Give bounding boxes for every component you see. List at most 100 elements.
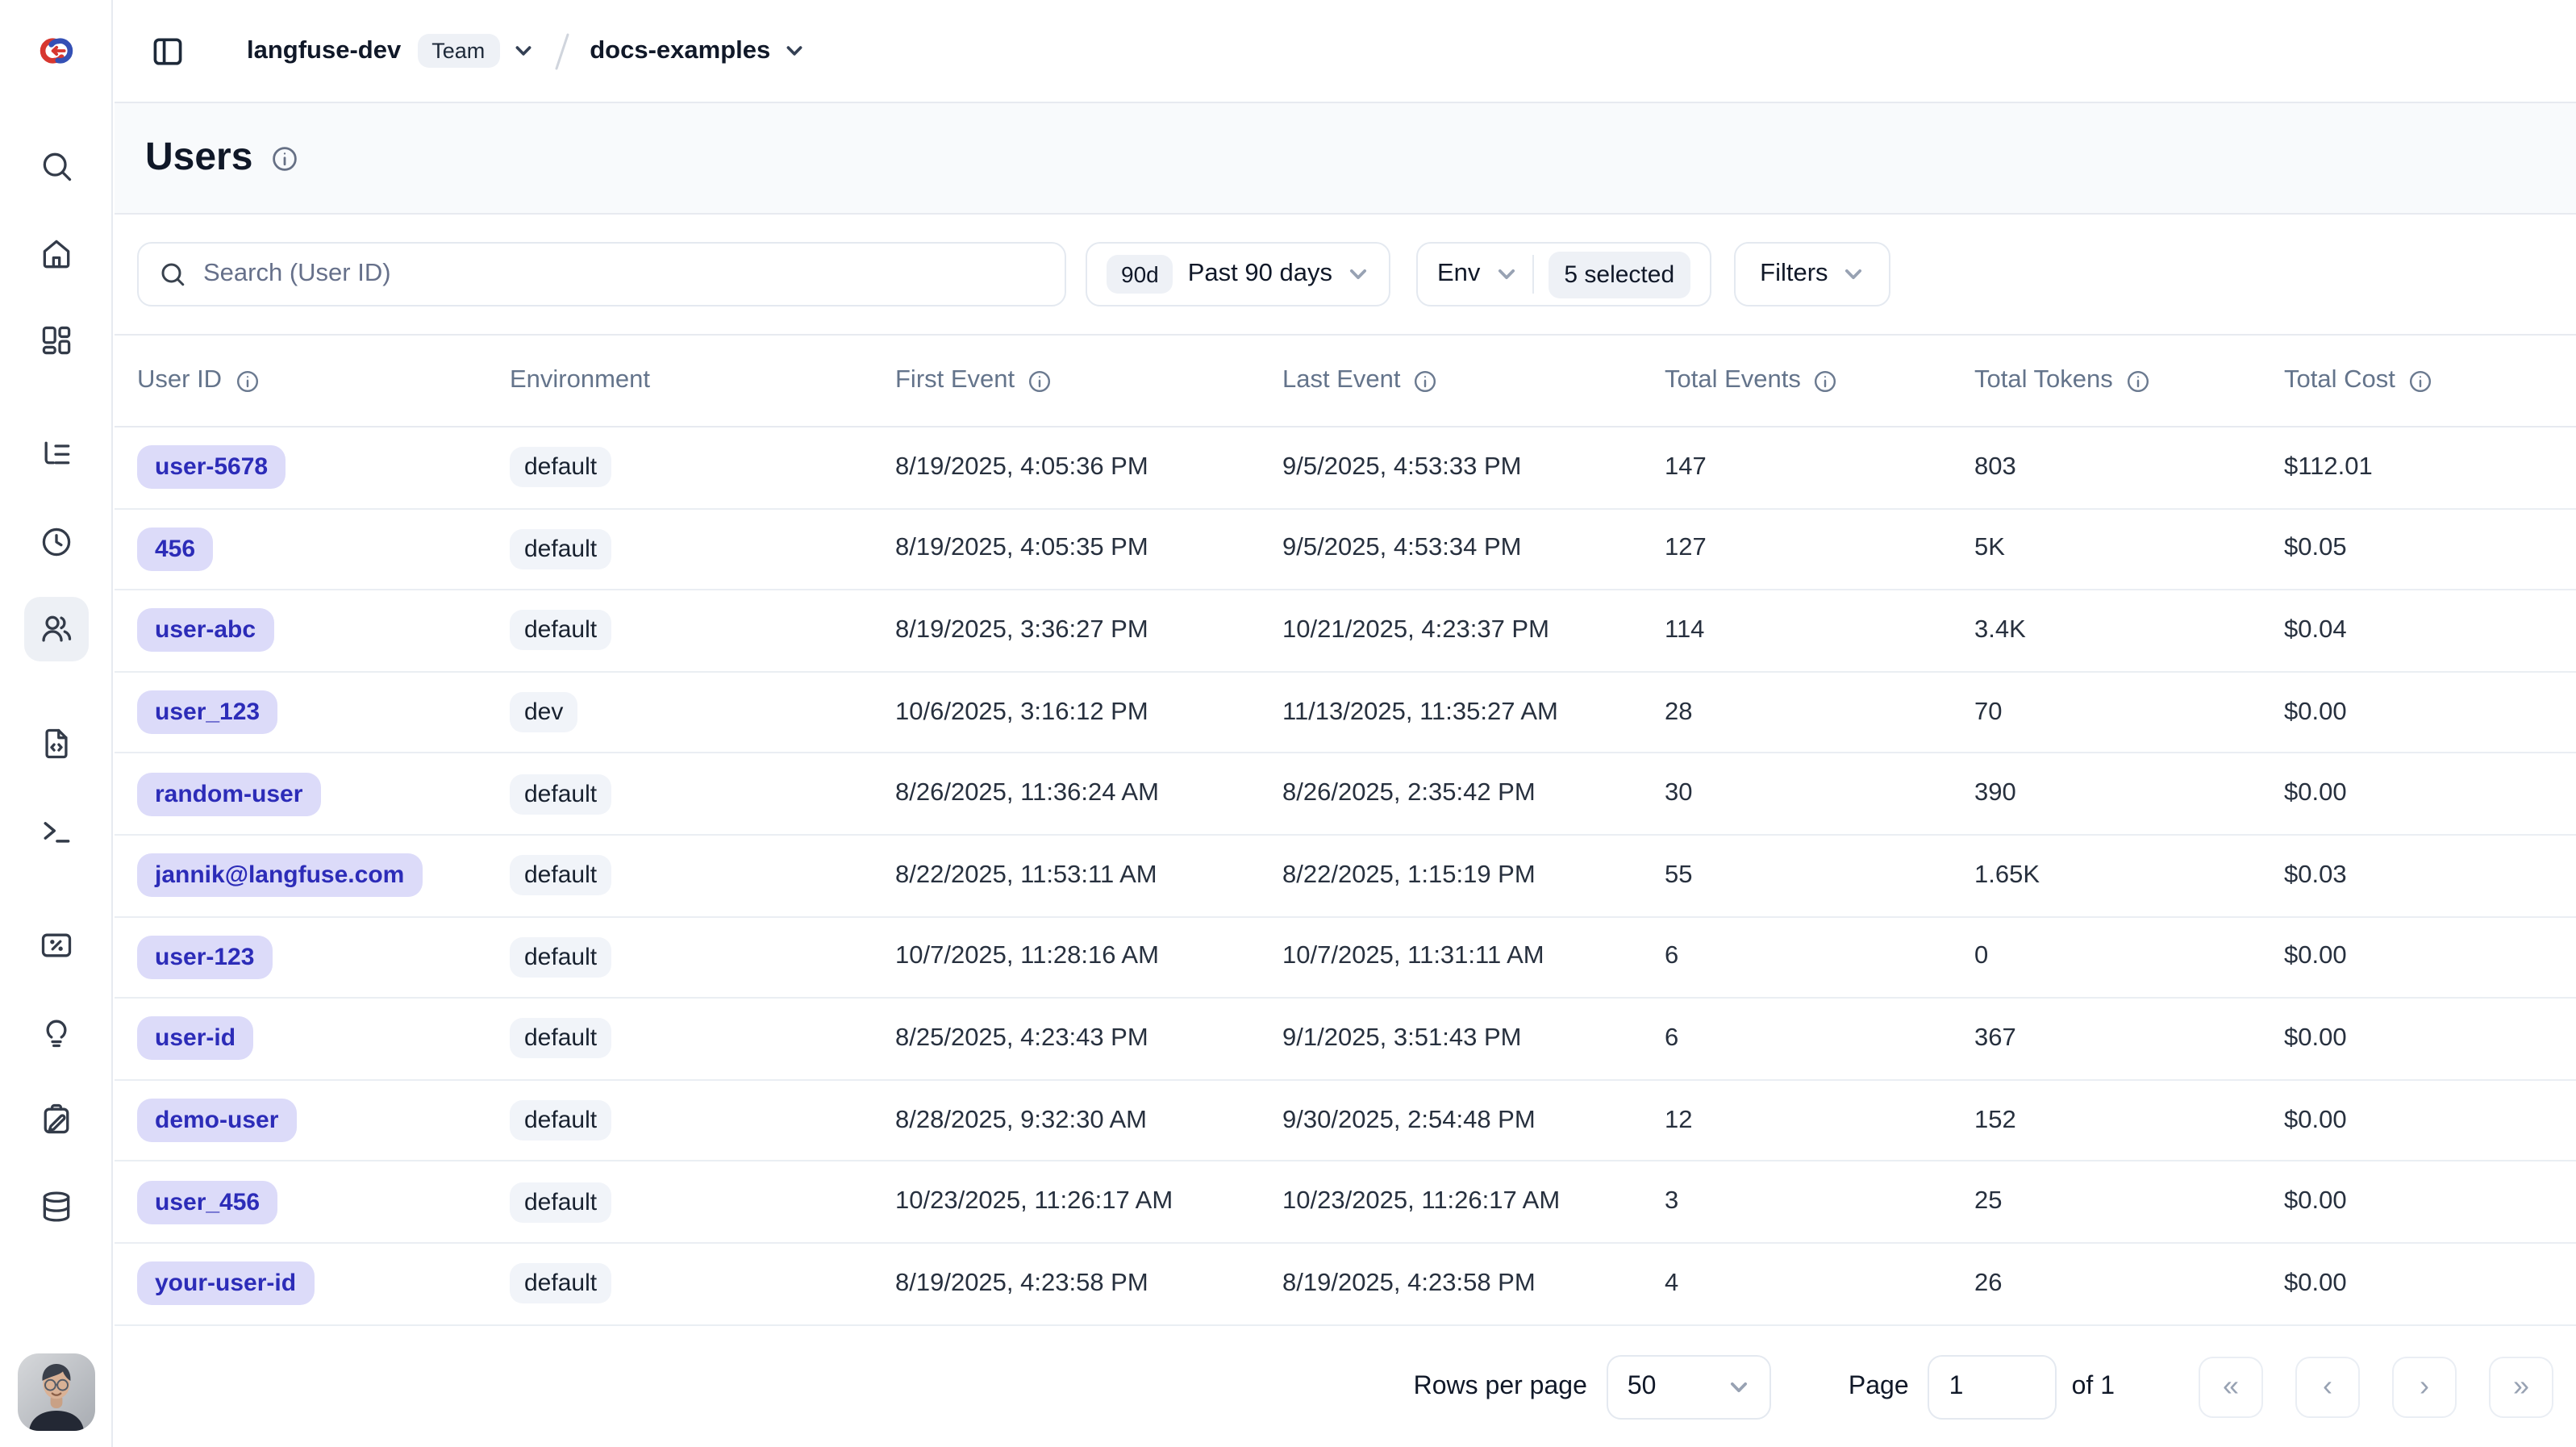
user-id-cell: user-5678 [137,446,510,490]
user-id-badge[interactable]: random-user [137,772,320,815]
user-id-cell: user_456 [137,1180,510,1224]
sidebar-item-home[interactable] [24,221,89,286]
table-row[interactable]: user-id default 8/25/2025, 4:23:43 PM 9/… [115,999,2576,1080]
search-input[interactable] [203,260,1045,289]
environment-cell: default [510,1182,895,1222]
sidebar-item-sessions[interactable] [24,510,89,574]
total-tokens-cell: 5K [1974,535,2284,564]
user-id-badge[interactable]: user-123 [137,936,272,979]
table-row[interactable]: user_123 dev 10/6/2025, 3:16:12 PM 11/13… [115,673,2576,754]
environment-cell: default [510,1100,895,1141]
table-row[interactable]: random-user default 8/26/2025, 11:36:24 … [115,754,2576,836]
column-header-last_event[interactable]: Last Event [1282,366,1665,395]
breadcrumb-org[interactable]: langfuse-dev [247,36,401,65]
user-id-badge[interactable]: jannik@langfuse.com [137,854,422,898]
environment-badge: default [510,529,611,569]
sidebar-nav [24,134,89,1261]
user-id-cell: demo-user [137,1099,510,1142]
env-label: Env [1437,260,1480,289]
panel-left-icon [150,33,185,69]
total-events-cell: 55 [1665,861,1974,890]
total-tokens-cell: 1.65K [1974,861,2284,890]
rows-per-page-label: Rows per page [1414,1372,1587,1401]
sidebar-item-tracing[interactable] [24,423,89,487]
user-id-badge[interactable]: user-abc [137,609,273,653]
file-code-icon [39,726,74,761]
sidebar-item-prompts[interactable] [24,711,89,776]
search-icon [158,260,187,289]
first-event-cell: 8/22/2025, 11:53:11 AM [895,861,1282,890]
page-number-input[interactable] [1928,1354,2057,1419]
sidebar-item-evaluators[interactable] [24,1000,89,1065]
environment-filter-button[interactable]: Env 5 selected [1416,242,1711,306]
table-row[interactable]: user-5678 default 8/19/2025, 4:05:36 PM … [115,427,2576,509]
table-row[interactable]: 456 default 8/19/2025, 4:05:35 PM 9/5/20… [115,509,2576,590]
column-header-total_tokens[interactable]: Total Tokens [1974,366,2284,395]
total-cost-cell: $0.05 [2284,535,2576,564]
table-row[interactable]: demo-user default 8/28/2025, 9:32:30 AM … [115,1081,2576,1162]
total-cost-cell: $0.04 [2284,616,2576,645]
table-row[interactable]: jannik@langfuse.com default 8/22/2025, 1… [115,836,2576,917]
user-id-badge[interactable]: demo-user [137,1099,296,1142]
user-id-badge[interactable]: user-5678 [137,446,286,490]
table-row[interactable]: user_456 default 10/23/2025, 11:26:17 AM… [115,1162,2576,1244]
environment-badge: default [510,611,611,651]
sidebar-item-playground[interactable] [24,799,89,863]
first-event-cell: 8/19/2025, 4:05:35 PM [895,535,1282,564]
user-id-badge[interactable]: 456 [137,528,213,571]
column-header-total_events[interactable]: Total Events [1665,366,1974,395]
last-event-cell: 10/21/2025, 4:23:37 PM [1282,616,1665,645]
sidebar-item-dashboards[interactable] [24,308,89,373]
rows-per-page-select[interactable]: 50 [1607,1354,1771,1419]
sidebar-item-datasets[interactable] [24,1174,89,1239]
main-area: langfuse-dev Team docs-examples Users [115,0,2576,1447]
column-label: Total Tokens [1974,366,2113,395]
user-id-badge[interactable]: user_123 [137,690,277,734]
column-header-user_id[interactable]: User ID [137,366,510,395]
project-switcher-button[interactable] [783,40,804,61]
first-event-cell: 10/6/2025, 3:16:12 PM [895,698,1282,727]
page-header: Users [115,103,2576,215]
first-page-button[interactable]: « [2199,1356,2263,1417]
sidebar-item-annotation[interactable] [24,1087,89,1152]
previous-page-button[interactable]: ‹ [2295,1356,2360,1417]
info-icon [2408,369,2432,393]
rows-per-page-value: 50 [1628,1372,1657,1401]
breadcrumb-project[interactable]: docs-examples [590,36,770,65]
sidebar-item-search[interactable] [24,134,89,198]
sidebar-item-users[interactable] [24,597,89,661]
clock-icon [39,524,74,560]
percent-card-icon [39,928,74,963]
last-event-cell: 8/26/2025, 2:35:42 PM [1282,779,1665,808]
user-id-badge[interactable]: user_456 [137,1180,277,1224]
table-row[interactable]: user-abc default 8/19/2025, 3:36:27 PM 1… [115,590,2576,672]
total-cost-cell: $0.00 [2284,698,2576,727]
user-id-badge[interactable]: user-id [137,1017,253,1061]
column-header-environment[interactable]: Environment [510,366,895,395]
date-range-button[interactable]: 90d Past 90 days [1086,242,1390,306]
user-id-badge[interactable]: your-user-id [137,1261,314,1305]
user-avatar[interactable] [18,1353,95,1431]
last-event-cell: 9/30/2025, 2:54:48 PM [1282,1106,1665,1135]
search-box[interactable] [137,242,1066,306]
column-header-total_cost[interactable]: Total Cost [2284,366,2576,395]
org-logo-icon[interactable] [34,34,79,68]
sidebar-item-scores[interactable] [24,913,89,978]
table-row[interactable]: user-123 default 10/7/2025, 11:28:16 AM … [115,917,2576,999]
environment-badge: default [510,1100,611,1141]
org-switcher-button[interactable] [512,40,533,61]
environment-cell: default [510,1263,895,1303]
chevron-down-icon [1494,263,1517,286]
page-info-icon[interactable] [270,144,298,172]
first-event-cell: 10/23/2025, 11:26:17 AM [895,1187,1282,1216]
last-page-button[interactable]: » [2489,1356,2553,1417]
first-event-cell: 8/19/2025, 4:23:58 PM [895,1269,1282,1298]
table-row[interactable]: your-user-id default 8/19/2025, 4:23:58 … [115,1244,2576,1325]
next-page-button[interactable]: › [2392,1356,2457,1417]
filters-button[interactable]: Filters [1734,242,1890,306]
sidebar-toggle-button[interactable] [147,30,189,72]
column-header-first_event[interactable]: First Event [895,366,1282,395]
last-event-cell: 9/5/2025, 4:53:33 PM [1282,453,1665,482]
environment-badge: default [510,774,611,814]
total-events-cell: 6 [1665,943,1974,972]
